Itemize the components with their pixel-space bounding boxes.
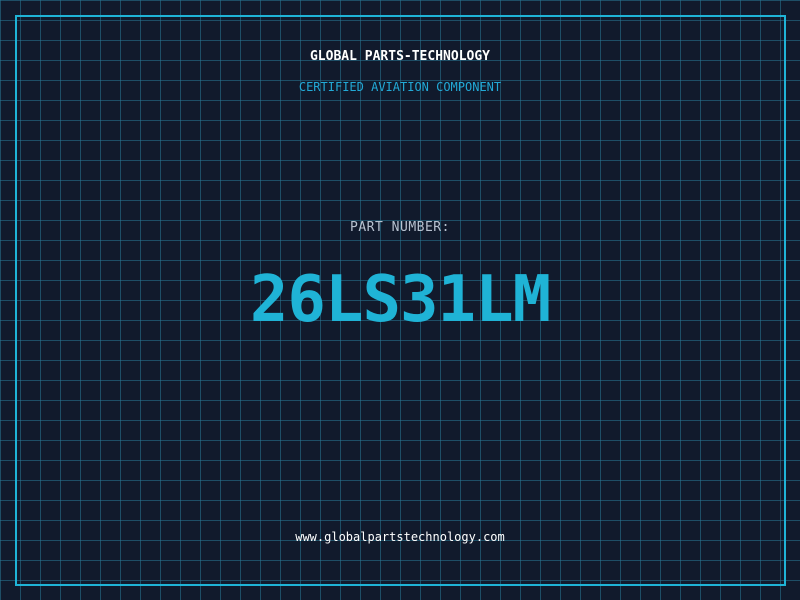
website-url: www.globalpartstechnology.com xyxy=(295,530,505,544)
part-number-value: 26LS31LM xyxy=(249,263,551,337)
tagline: CERTIFIED AVIATION COMPONENT xyxy=(298,80,502,94)
part-number-label: PART NUMBER: xyxy=(350,220,450,235)
company-name: GLOBAL PARTS-TECHNOLOGY xyxy=(309,49,490,64)
part-card: GLOBAL PARTS-TECHNOLOGY CERTIFIED AVIATI… xyxy=(0,0,800,600)
